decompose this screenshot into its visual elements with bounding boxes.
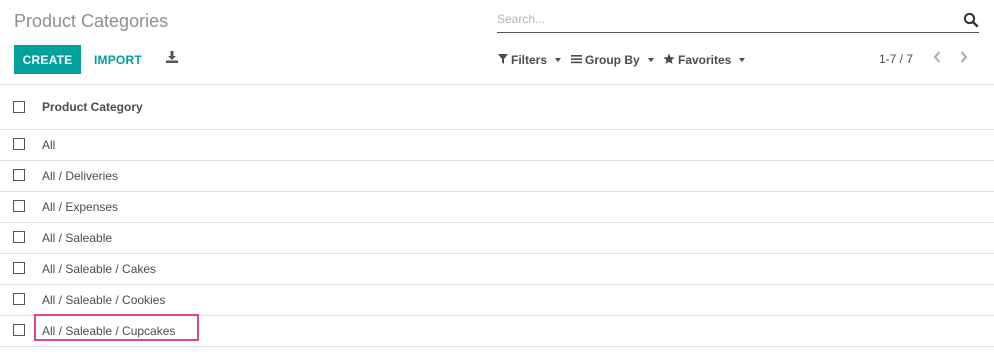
chevron-down-icon xyxy=(647,58,654,62)
category-name: All / Deliveries xyxy=(42,169,119,183)
star-icon xyxy=(663,53,675,68)
category-name: All / Saleable / Cakes xyxy=(42,262,157,276)
page-title: Product Categories xyxy=(14,11,169,31)
table-row[interactable]: All / Saleable xyxy=(0,222,994,253)
favorites-label: Favorites xyxy=(678,53,732,67)
filter-icon xyxy=(498,53,508,67)
row-checkbox[interactable] xyxy=(13,262,25,274)
row-checkbox[interactable] xyxy=(13,293,25,305)
chevron-down-icon xyxy=(555,58,562,62)
table-row[interactable]: All / Expenses xyxy=(0,191,994,222)
row-checkbox[interactable] xyxy=(13,324,25,336)
row-checkbox[interactable] xyxy=(13,200,25,212)
column-header-product-category[interactable]: Product Category xyxy=(42,100,143,114)
chevron-left-icon xyxy=(933,50,941,68)
category-name: All / Saleable / Cookies xyxy=(42,293,166,307)
row-checkbox[interactable] xyxy=(13,231,25,243)
table-row[interactable]: All / Saleable / Cakes xyxy=(0,253,994,284)
import-button[interactable]: IMPORT xyxy=(90,45,146,74)
row-checkbox[interactable] xyxy=(13,169,25,181)
favorites-dropdown[interactable]: Favorites xyxy=(663,51,746,69)
category-name: All xyxy=(42,138,56,152)
search-input[interactable] xyxy=(497,11,952,27)
list-table: Product Category All All / Deliveries Al… xyxy=(0,84,994,347)
category-name: All / Saleable xyxy=(42,231,113,245)
chevron-right-icon xyxy=(960,50,968,68)
table-row[interactable]: All / Saleable / Cookies xyxy=(0,284,994,315)
filters-dropdown[interactable]: Filters xyxy=(498,51,562,69)
category-name: All / Expenses xyxy=(42,200,119,214)
pager-value[interactable]: 1-7 / 7 xyxy=(879,52,913,66)
pager-next-button[interactable] xyxy=(956,50,972,68)
group-by-dropdown[interactable]: Group By xyxy=(571,51,654,69)
search-bar[interactable] xyxy=(497,8,979,33)
pager-previous-button[interactable] xyxy=(929,50,945,68)
highlight-box xyxy=(34,314,199,341)
table-row[interactable]: All / Deliveries xyxy=(0,160,994,191)
row-checkbox[interactable] xyxy=(13,138,25,150)
create-button[interactable]: CREATE xyxy=(14,45,81,74)
list-icon xyxy=(571,53,582,67)
group-by-label: Group By xyxy=(585,53,640,67)
download-icon xyxy=(166,50,178,68)
select-all-checkbox[interactable] xyxy=(13,101,25,113)
chevron-down-icon xyxy=(739,58,746,62)
search-icon[interactable] xyxy=(963,12,979,28)
table-header: Product Category xyxy=(0,84,994,129)
table-row[interactable]: All xyxy=(0,129,994,160)
download-button[interactable] xyxy=(163,50,181,68)
filters-label: Filters xyxy=(511,53,548,67)
